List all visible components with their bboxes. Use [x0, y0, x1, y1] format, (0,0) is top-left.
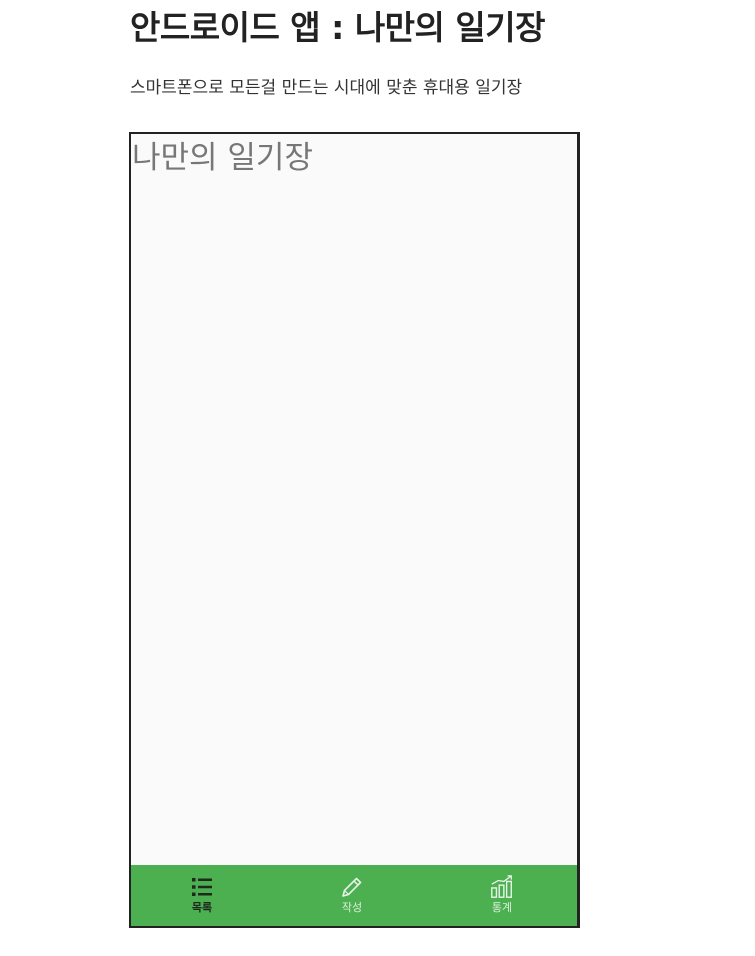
bar-chart-icon: [489, 874, 515, 900]
list-icon: [189, 874, 215, 900]
app-title: 나만의 일기장: [132, 140, 313, 176]
nav-item-write-label: 작성: [341, 901, 363, 914]
pencil-icon: [339, 874, 365, 900]
app-screenshot-frame: 나만의 일기장 목록 작성 통계: [129, 132, 580, 928]
nav-item-stats[interactable]: 통계: [427, 865, 577, 926]
page-subtitle: 스마트폰으로 모든걸 만드는 시대에 맞춘 휴대용 일기장: [130, 78, 523, 98]
nav-item-list-label: 목록: [191, 901, 213, 914]
nav-item-stats-label: 통계: [491, 901, 513, 914]
nav-item-list[interactable]: 목록: [131, 865, 277, 926]
page-title: 안드로이드 앱 : 나만의 일기장: [130, 8, 545, 47]
bottom-navigation-bar: 목록 작성 통계: [131, 865, 577, 926]
nav-item-write[interactable]: 작성: [277, 865, 427, 926]
